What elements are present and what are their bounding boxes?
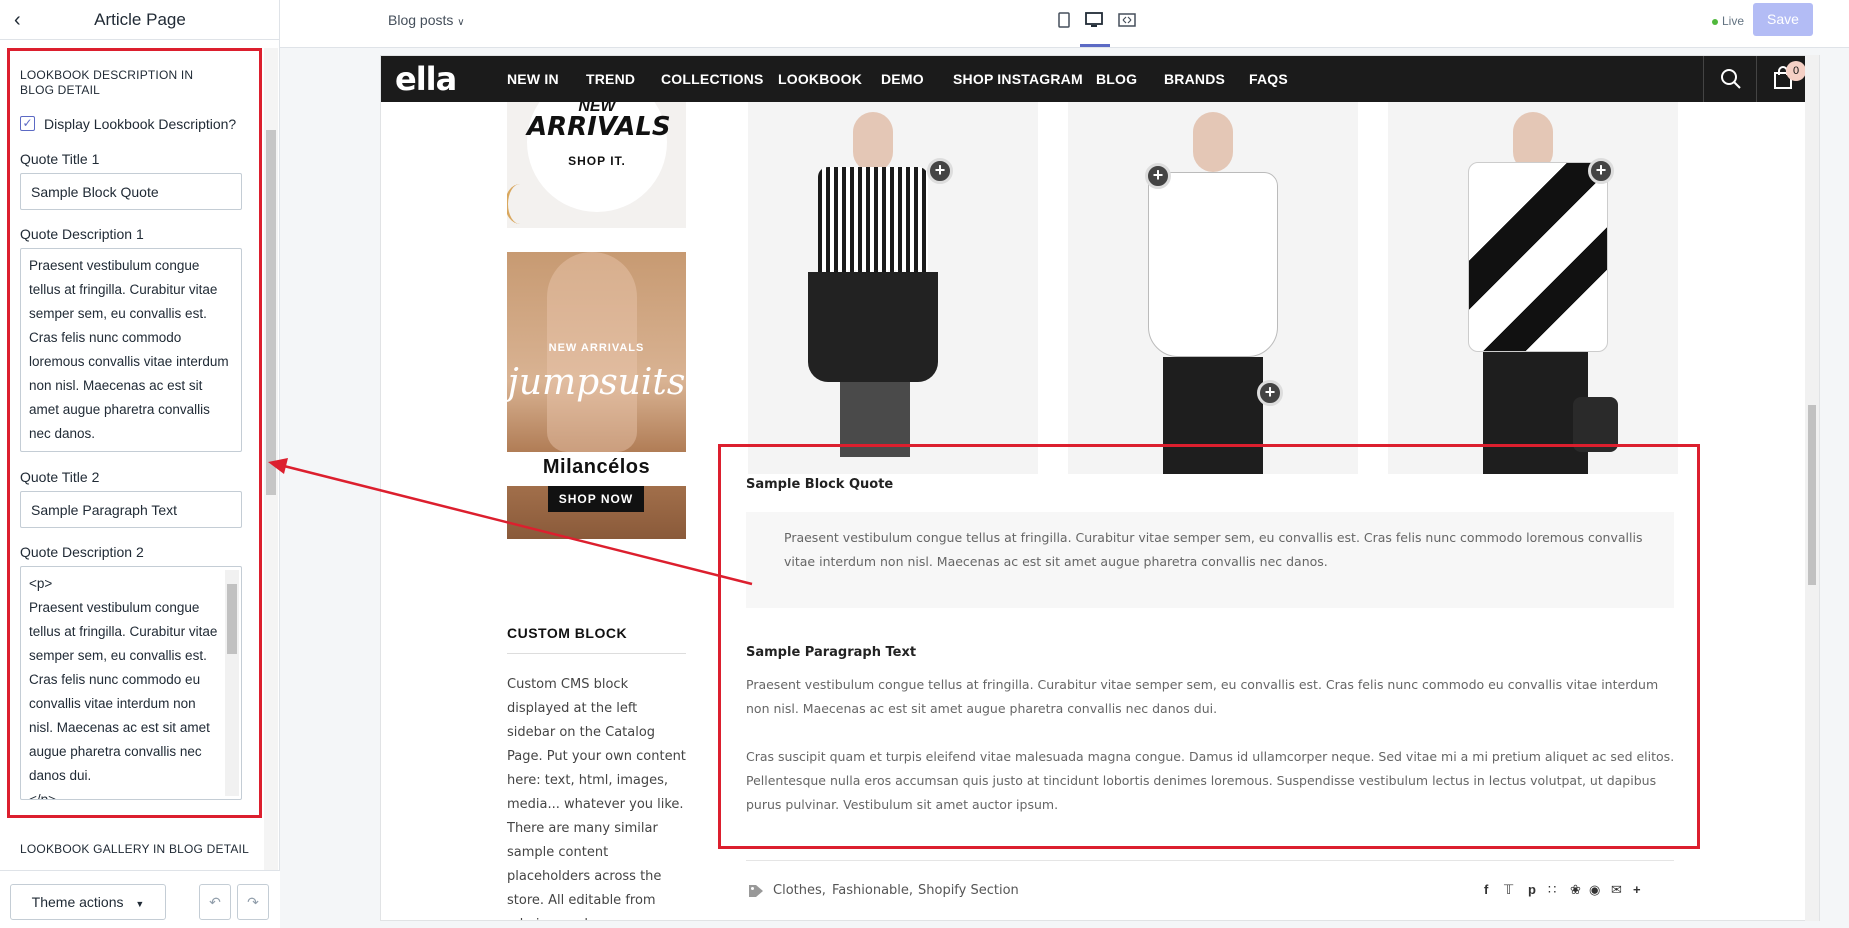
save-button[interactable]: Save bbox=[1753, 3, 1813, 36]
reddit-icon[interactable]: ◉ bbox=[1589, 882, 1600, 898]
quote-desc-1-label: Quote Description 1 bbox=[20, 226, 144, 242]
mobile-view-icon[interactable] bbox=[1057, 12, 1071, 28]
quote-desc-1-textarea[interactable]: Praesent vestibulum congue tellus at fri… bbox=[20, 248, 242, 452]
checkbox-label: Display Lookbook Description? bbox=[44, 116, 237, 132]
preview-scroll-thumb[interactable] bbox=[1808, 405, 1816, 585]
model-head bbox=[853, 112, 893, 172]
product-card-2[interactable]: + + bbox=[1068, 102, 1358, 474]
textarea-scrollbar[interactable] bbox=[225, 570, 239, 796]
page-selector-label: Blog posts bbox=[388, 12, 454, 28]
banner-arrivals-text: ARRIVALS bbox=[527, 112, 671, 142]
quick-view-plus-icon[interactable]: + bbox=[1588, 158, 1614, 184]
product-card-3[interactable]: + bbox=[1388, 102, 1678, 474]
quote-title-1-label: Quote Title 1 bbox=[20, 151, 100, 167]
snapchat-icon[interactable]: ❀ bbox=[1570, 882, 1581, 898]
tag-clothes[interactable]: Clothes, bbox=[773, 883, 826, 898]
custom-block-title: CUSTOM BLOCK bbox=[507, 625, 628, 641]
jumpsuits-banner[interactable]: NEW ARRIVALS jumpsuits Milancélos SHOP N… bbox=[507, 252, 686, 539]
banner-shop-it: SHOP IT. bbox=[568, 154, 626, 168]
editor-footer: Theme actions ▼ ↶ ↷ bbox=[0, 870, 280, 928]
nav-item-faqs[interactable]: FAQS bbox=[1249, 71, 1288, 87]
grid-icon[interactable]: ∷ bbox=[1548, 882, 1556, 898]
search-icon[interactable] bbox=[1720, 68, 1742, 90]
quick-view-plus-icon[interactable]: + bbox=[1145, 163, 1171, 189]
theme-actions-label: Theme actions bbox=[31, 894, 124, 910]
store-logo[interactable]: ella bbox=[395, 60, 457, 98]
editor-scrollbar[interactable] bbox=[264, 48, 278, 870]
quote-title-2-input[interactable] bbox=[20, 491, 242, 528]
highlight-box-preview bbox=[718, 444, 1700, 849]
desktop-view-icon[interactable] bbox=[1085, 12, 1103, 28]
banner-jumpsuits-script: jumpsuits bbox=[507, 362, 686, 403]
custom-block-paragraph-1: Custom CMS block displayed at the left s… bbox=[507, 677, 686, 812]
textarea-scroll-thumb[interactable] bbox=[227, 584, 237, 654]
nav-divider bbox=[1756, 56, 1757, 102]
nav-item-trend[interactable]: TREND bbox=[586, 71, 635, 87]
nav-item-new-in[interactable]: NEW IN bbox=[507, 71, 559, 87]
banner-brand-name: Milancélos bbox=[542, 456, 651, 478]
quick-view-plus-icon[interactable]: + bbox=[927, 158, 953, 184]
custom-block-paragraph-2: There are many similar sample content pl… bbox=[507, 821, 662, 920]
page-selector[interactable]: Blog posts ∨ bbox=[388, 12, 465, 28]
patterned-blouse bbox=[1148, 172, 1278, 357]
tag-shopify-section[interactable]: Shopify Section bbox=[918, 883, 1019, 898]
black-skirt bbox=[808, 272, 938, 382]
model-head bbox=[1193, 112, 1233, 172]
quote-desc-2-textarea[interactable]: <p> Praesent vestibulum congue tellus at… bbox=[20, 566, 242, 800]
next-section-title: LOOKBOOK GALLERY IN BLOG DETAIL bbox=[20, 842, 249, 856]
editor-title: Article Page bbox=[94, 10, 186, 29]
shop-now-button[interactable]: SHOP NOW bbox=[548, 486, 644, 512]
live-dot-icon bbox=[1712, 19, 1718, 25]
tag-icon bbox=[749, 885, 763, 897]
product-card-1[interactable]: + bbox=[748, 102, 1038, 474]
live-status: Live bbox=[1712, 14, 1744, 28]
nav-item-blog[interactable]: BLOG bbox=[1096, 71, 1137, 87]
quote-desc-2-label: Quote Description 2 bbox=[20, 544, 144, 560]
pinterest-icon[interactable]: p bbox=[1528, 882, 1536, 897]
nav-item-demo[interactable]: DEMO bbox=[881, 71, 924, 87]
editor-topbar: Blog posts ∨ Live Save bbox=[280, 0, 1849, 48]
new-arrivals-banner[interactable]: NEW ARRIVALS SHOP IT. bbox=[507, 102, 686, 228]
tags-divider bbox=[746, 860, 1674, 861]
chevron-down-icon: ∨ bbox=[457, 17, 465, 28]
theme-editor-sidebar: ‹ Article Page LOOKBOOK DESCRIPTION IN B… bbox=[0, 0, 280, 928]
nav-item-lookbook[interactable]: LOOKBOOK bbox=[778, 71, 862, 87]
redo-icon[interactable]: ↷ bbox=[237, 884, 269, 920]
display-description-checkbox[interactable]: ✓ bbox=[20, 116, 35, 131]
live-label: Live bbox=[1722, 14, 1745, 28]
nav-item-shop-instagram[interactable]: SHOP INSTAGRAM bbox=[953, 71, 1083, 87]
active-view-indicator bbox=[1080, 44, 1110, 47]
nav-item-brands[interactable]: BRANDS bbox=[1164, 71, 1225, 87]
quote-title-2-label: Quote Title 2 bbox=[20, 469, 100, 485]
nav-divider bbox=[1703, 56, 1704, 102]
custom-block-divider bbox=[507, 653, 686, 654]
undo-icon[interactable]: ↶ bbox=[199, 884, 231, 920]
nav-item-collections[interactable]: COLLECTIONS bbox=[661, 71, 764, 87]
preview-scrollbar[interactable] bbox=[1805, 55, 1819, 921]
quote-title-1-input[interactable] bbox=[20, 173, 242, 210]
mail-icon[interactable]: ✉ bbox=[1611, 882, 1622, 898]
caret-down-icon: ▼ bbox=[135, 899, 145, 909]
twitter-icon[interactable]: 𝕋 bbox=[1504, 882, 1513, 898]
facebook-icon[interactable]: f bbox=[1484, 882, 1488, 897]
theme-actions-button[interactable]: Theme actions ▼ bbox=[10, 884, 166, 920]
abstract-top bbox=[1468, 162, 1608, 352]
store-nav: ella NEW IN TREND COLLECTIONS LOOKBOOK D… bbox=[381, 56, 1806, 102]
editor-scroll-thumb[interactable] bbox=[266, 130, 276, 495]
cart-count-badge: 0 bbox=[1786, 61, 1806, 81]
banner-new-arrivals: NEW ARRIVALS bbox=[548, 342, 645, 354]
editor-header: ‹ Article Page bbox=[0, 0, 280, 40]
gold-ribbon-decoration bbox=[507, 184, 535, 224]
quick-view-plus-icon[interactable]: + bbox=[1257, 380, 1283, 406]
section-title: LOOKBOOK DESCRIPTION IN BLOG DETAIL bbox=[20, 68, 194, 97]
checkered-top bbox=[818, 167, 928, 277]
fullscreen-view-icon[interactable] bbox=[1118, 12, 1136, 28]
tag-fashionable[interactable]: Fashionable, bbox=[832, 883, 913, 898]
more-share-plus-icon[interactable]: + bbox=[1633, 882, 1641, 897]
